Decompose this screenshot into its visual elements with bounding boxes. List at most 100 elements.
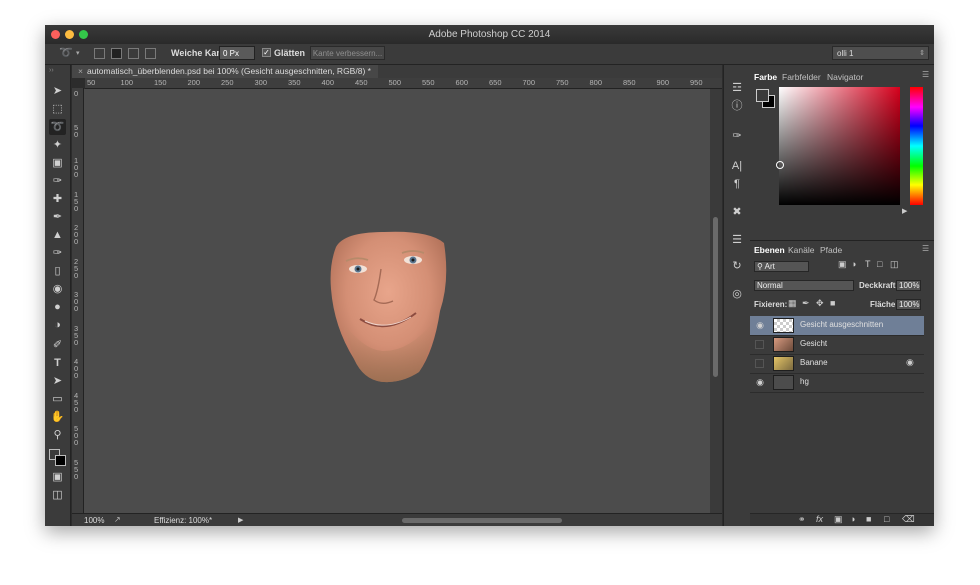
- 3d-panel-icon[interactable]: ◎: [729, 287, 745, 301]
- magic-wand-tool-icon[interactable]: ✦: [49, 137, 66, 153]
- layer-row[interactable]: Gesicht: [750, 335, 924, 355]
- dodge-tool-icon[interactable]: ◑: [49, 317, 66, 333]
- brush-tool-icon[interactable]: ✒: [49, 209, 66, 225]
- brush-presets-icon[interactable]: ✑: [729, 129, 745, 143]
- background-color-swatch[interactable]: [55, 455, 66, 466]
- feather-input[interactable]: 0 Px: [219, 46, 255, 60]
- visibility-toggle[interactable]: [755, 340, 764, 349]
- lasso-tool-icon[interactable]: ➰: [49, 119, 66, 135]
- blur-tool-icon[interactable]: ●: [49, 299, 66, 315]
- document-tab[interactable]: × automatisch_überblenden.psd bei 100% (G…: [72, 65, 378, 78]
- tab-swatches[interactable]: Farbfelder: [782, 71, 821, 83]
- visibility-toggle[interactable]: [755, 359, 764, 368]
- color-picker-field[interactable]: [776, 87, 900, 205]
- add-to-selection-button[interactable]: [111, 48, 122, 59]
- hue-slider[interactable]: [910, 87, 923, 205]
- history-brush-tool-icon[interactable]: ✑: [49, 245, 66, 261]
- filter-type-icon[interactable]: T: [865, 259, 871, 269]
- layers-menu-icon[interactable]: ☰: [922, 244, 929, 253]
- fill-input[interactable]: 100%: [896, 299, 921, 310]
- ruler-tick-label: 100: [120, 78, 134, 87]
- hue-slider-handle-icon[interactable]: ▶: [902, 207, 907, 215]
- tab-color[interactable]: Farbe: [754, 71, 777, 83]
- screen-mode-icon[interactable]: ◫: [49, 487, 66, 503]
- layer-filter-select[interactable]: ⚲ Art: [754, 261, 809, 272]
- refine-edge-button[interactable]: Kante verbessern...: [310, 46, 385, 60]
- eyedropper-tool-icon[interactable]: ✑: [49, 173, 66, 189]
- layer-style-icon[interactable]: fx: [816, 514, 823, 524]
- new-group-icon[interactable]: ■: [866, 514, 871, 524]
- tab-channels[interactable]: Kanäle: [788, 244, 814, 256]
- filter-pixel-icon[interactable]: ▣: [838, 259, 847, 270]
- tab-paths[interactable]: Pfade: [820, 244, 842, 256]
- color-panel: Farbe Farbfelder Navigator ☰ ▶: [750, 65, 934, 241]
- healing-brush-tool-icon[interactable]: ✚: [49, 191, 66, 207]
- path-selection-tool-icon[interactable]: ➤: [49, 373, 66, 389]
- lasso-preset-icon[interactable]: ➰: [59, 46, 73, 60]
- canvas[interactable]: [84, 89, 710, 513]
- lock-position-icon[interactable]: ✥: [816, 298, 824, 309]
- panel-dock-strip: ☲ ⓘ ✑ A| ¶ ✖ ☰ ↻ ◎: [723, 65, 751, 526]
- export-icon[interactable]: ↗: [114, 515, 121, 524]
- new-layer-icon[interactable]: □: [884, 514, 889, 524]
- eye-icon[interactable]: ◉: [755, 377, 765, 387]
- pen-tool-icon[interactable]: ✐: [49, 337, 66, 353]
- ruler-tick-label: 750: [556, 78, 569, 87]
- adjustment-layer-icon[interactable]: ◑: [850, 514, 855, 524]
- marquee-tool-icon[interactable]: ⬚: [49, 101, 66, 117]
- filter-shape-icon[interactable]: □: [877, 259, 882, 269]
- collapse-icon[interactable]: ››: [49, 67, 54, 74]
- vertical-scrollbar[interactable]: [710, 89, 722, 513]
- actions-icon[interactable]: ↻: [729, 259, 745, 273]
- tool-presets-icon[interactable]: ✖: [729, 205, 745, 219]
- layer-row[interactable]: ◉ Gesicht ausgeschnitten: [750, 316, 924, 336]
- panel-menu-icon[interactable]: ☰: [922, 70, 929, 79]
- layer-row[interactable]: ◉ hg: [750, 373, 924, 393]
- eraser-tool-icon[interactable]: ▯: [49, 263, 66, 279]
- shape-tool-icon[interactable]: ▭: [49, 391, 66, 407]
- layer-name: Gesicht ausgeschnitten: [800, 320, 884, 329]
- blend-mode-select[interactable]: Normal: [754, 280, 854, 291]
- new-selection-button[interactable]: [94, 48, 105, 59]
- ruler-tick-label: 900: [656, 78, 670, 87]
- vertical-scroll-thumb[interactable]: [713, 217, 718, 377]
- status-menu-arrow-icon[interactable]: ▶: [238, 516, 243, 524]
- history-panel-icon[interactable]: ☲: [729, 81, 745, 95]
- info-panel-icon[interactable]: ⓘ: [729, 99, 745, 113]
- zoom-tool-icon[interactable]: ⚲: [49, 427, 66, 443]
- quick-mask-icon[interactable]: ▣: [49, 469, 66, 485]
- link-layers-icon[interactable]: ⚭: [798, 514, 806, 525]
- type-tool-icon[interactable]: T: [49, 355, 66, 371]
- add-mask-icon[interactable]: ▣: [834, 514, 843, 525]
- close-tab-icon[interactable]: ×: [78, 66, 83, 76]
- lock-transparency-icon[interactable]: ▦: [788, 298, 797, 309]
- tab-navigator[interactable]: Navigator: [827, 71, 863, 83]
- clone-stamp-tool-icon[interactable]: ▲: [49, 227, 66, 243]
- paint-bucket-tool-icon[interactable]: ◉: [49, 281, 66, 297]
- crop-tool-icon[interactable]: ▣: [49, 155, 66, 171]
- layer-row[interactable]: Banane ◉: [750, 354, 924, 374]
- character-panel-icon[interactable]: A|: [729, 159, 745, 173]
- color-picker-marker[interactable]: [776, 161, 784, 169]
- hand-tool-icon[interactable]: ✋: [49, 409, 66, 425]
- delete-layer-icon[interactable]: ⌫: [902, 514, 915, 525]
- intersect-selection-button[interactable]: [145, 48, 156, 59]
- opacity-input[interactable]: 100%: [896, 280, 921, 291]
- workspace-select[interactable]: olli 1 ⇕: [832, 46, 929, 60]
- ruler-tick-label: 150: [154, 78, 167, 87]
- eye-icon[interactable]: ◉: [755, 320, 765, 330]
- smooth-checkbox[interactable]: ✓: [262, 48, 271, 57]
- lock-all-icon[interactable]: ■: [830, 298, 835, 308]
- horizontal-scroll-thumb[interactable]: [402, 518, 562, 523]
- tab-layers[interactable]: Ebenen: [754, 244, 785, 256]
- paragraph-panel-icon[interactable]: ¶: [729, 177, 745, 191]
- fg-color-chip[interactable]: [756, 89, 769, 102]
- filter-adjustment-icon[interactable]: ◑: [851, 259, 856, 269]
- adjustments-icon[interactable]: ☰: [729, 233, 745, 247]
- subtract-from-selection-button[interactable]: [128, 48, 139, 59]
- move-tool-icon[interactable]: ➤: [49, 83, 66, 99]
- chevron-down-icon[interactable]: ▾: [76, 49, 80, 57]
- zoom-level[interactable]: 100%: [84, 516, 104, 525]
- lock-pixels-icon[interactable]: ✒: [802, 298, 810, 309]
- filter-smart-object-icon[interactable]: ◫: [890, 259, 899, 270]
